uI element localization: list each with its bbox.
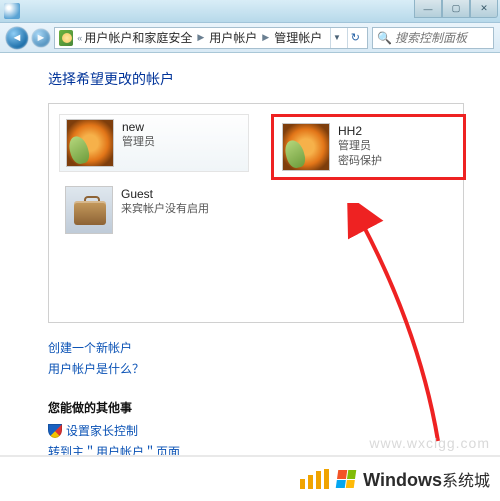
account-text: Guest 来宾帐户没有启用: [121, 186, 209, 217]
account-tile-new[interactable]: new 管理员: [59, 114, 249, 172]
avatar-flower-icon: [66, 119, 114, 167]
footer-brand-text: Windows系统城: [363, 467, 490, 491]
chevron-right-icon: ▶: [194, 32, 207, 43]
search-icon: 🔍: [377, 31, 392, 45]
crumb-1[interactable]: 用户帐户和家庭安全: [84, 29, 192, 46]
address-dropdown-button[interactable]: ▼: [330, 28, 343, 48]
account-name: new: [122, 119, 155, 135]
account-tile-hh2[interactable]: HH2 管理员 密码保护: [271, 114, 466, 180]
window-controls: — ▢ ✕: [414, 0, 498, 18]
whatis-account-link[interactable]: 用户帐户是什么？: [48, 360, 464, 377]
account-text: new 管理员: [122, 119, 155, 150]
footer-branding: Windows系统城: [0, 455, 500, 501]
crumb-2[interactable]: 用户帐户: [209, 29, 257, 46]
minimize-button[interactable]: —: [414, 0, 442, 18]
footer-brand-bold: Windows: [363, 470, 442, 490]
other-things-title: 您能做的其他事: [48, 399, 464, 416]
accounts-panel: new 管理员 Guest 来宾帐户没有启用 HH2 管理员 密码保护: [48, 103, 464, 323]
watermark-text: www.wxclgg.com: [369, 435, 490, 451]
account-role: 来宾帐户没有启用: [121, 202, 209, 217]
account-tile-guest[interactable]: Guest 来宾帐户没有启用: [59, 182, 249, 238]
breadcrumb[interactable]: « 用户帐户和家庭安全 ▶ 用户帐户 ▶ 管理帐户: [77, 29, 322, 46]
search-input[interactable]: [395, 31, 489, 45]
window-titlebar: — ▢ ✕: [0, 0, 500, 23]
footer-brand-rest: 系统城: [442, 473, 490, 490]
chevron-right-icon: ▶: [259, 32, 272, 43]
parental-control-link[interactable]: 设置家长控制: [66, 422, 138, 439]
close-button[interactable]: ✕: [470, 0, 498, 18]
navigation-toolbar: ◄ ► « 用户帐户和家庭安全 ▶ 用户帐户 ▶ 管理帐户 ▼ ↻ 🔍: [0, 23, 500, 53]
refresh-button[interactable]: ↻: [347, 28, 363, 48]
account-name: HH2: [338, 123, 382, 139]
content-pane: 选择希望更改的帐户 new 管理员 Guest 来宾帐户没有启用 HH2 管理员…: [0, 53, 500, 501]
create-account-link[interactable]: 创建一个新帐户: [48, 339, 464, 356]
maximize-button[interactable]: ▢: [442, 0, 470, 18]
nav-back-button[interactable]: ◄: [6, 27, 28, 49]
avatar-flower-icon: [282, 123, 330, 171]
address-bar[interactable]: « 用户帐户和家庭安全 ▶ 用户帐户 ▶ 管理帐户 ▼ ↻: [54, 27, 368, 49]
nav-forward-button[interactable]: ►: [32, 29, 50, 47]
control-panel-icon: [59, 30, 73, 46]
crumb-3[interactable]: 管理帐户: [274, 29, 322, 46]
search-box[interactable]: 🔍: [372, 27, 494, 49]
extra-links: 创建一个新帐户 用户帐户是什么？: [48, 339, 464, 377]
windows-logo-icon: [336, 470, 357, 488]
footer-bars-icon: [300, 469, 329, 489]
avatar-suitcase-icon: [65, 186, 113, 234]
account-role: 管理员: [122, 135, 155, 150]
account-text: HH2 管理员 密码保护: [338, 123, 382, 169]
page-title: 选择希望更改的帐户: [48, 69, 464, 89]
account-role: 管理员: [338, 139, 382, 154]
shield-icon: [48, 424, 62, 438]
account-pwd: 密码保护: [338, 154, 382, 169]
account-name: Guest: [121, 186, 209, 202]
crumb-sep-left: «: [77, 33, 82, 43]
titlebar-app-icon: [4, 3, 20, 19]
